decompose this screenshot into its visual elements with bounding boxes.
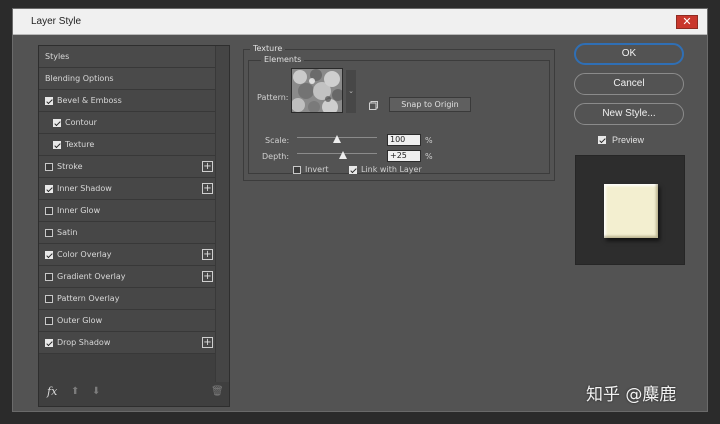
new-style-button[interactable]: New Style... xyxy=(574,103,684,125)
style-item-pattern-overlay[interactable]: Pattern Overlay xyxy=(39,288,217,310)
watermark: 知乎 @麋鹿 xyxy=(586,385,677,405)
link-with-layer-option[interactable]: Link with Layer xyxy=(349,165,422,174)
style-item-checkbox[interactable] xyxy=(45,184,53,193)
style-header-label: Styles xyxy=(45,52,70,61)
add-effect-icon[interactable]: + xyxy=(202,271,213,282)
style-item-label: Texture xyxy=(65,140,95,149)
style-item-checkbox[interactable] xyxy=(45,316,53,325)
preview-checkbox[interactable] xyxy=(598,136,606,144)
style-item-satin[interactable]: Satin xyxy=(39,222,217,244)
depth-slider-track[interactable] xyxy=(297,153,377,154)
depth-label: Depth: xyxy=(262,152,290,161)
scale-slider-thumb[interactable] xyxy=(333,135,341,143)
close-button[interactable]: ✕ xyxy=(676,15,698,29)
pattern-picker-dropdown[interactable]: ⌄ xyxy=(346,70,356,113)
invert-label: Invert xyxy=(305,165,329,174)
style-item-checkbox[interactable] xyxy=(53,140,61,149)
styles-panel-footer: fx ⬆ ⬇ 🗑 xyxy=(39,380,229,406)
texture-group-title: Texture xyxy=(250,44,286,53)
move-up-icon[interactable]: ⬆ xyxy=(71,386,79,397)
add-effect-icon[interactable]: + xyxy=(202,249,213,260)
add-effect-icon[interactable]: + xyxy=(202,161,213,172)
style-item-label: Inner Glow xyxy=(57,206,101,215)
style-item-checkbox[interactable] xyxy=(53,118,61,127)
fx-button[interactable]: fx xyxy=(47,385,57,398)
chevron-down-icon: ⌄ xyxy=(348,87,354,95)
title-bar[interactable]: Layer Style ✕ xyxy=(13,9,707,35)
pattern-swatch[interactable] xyxy=(291,68,343,113)
style-item-label: Inner Shadow xyxy=(57,184,112,193)
style-item-checkbox[interactable] xyxy=(45,162,53,171)
style-header-label: Blending Options xyxy=(45,74,114,83)
styles-panel: Styles Blending Options Bevel & Emboss Cont… xyxy=(38,45,230,407)
style-item-inner-shadow[interactable]: Inner Shadow + xyxy=(39,178,217,200)
style-item-texture[interactable]: Texture xyxy=(39,134,217,156)
styles-list: Styles Blending Options Bevel & Emboss Cont… xyxy=(39,46,217,382)
style-item-label: Outer Glow xyxy=(57,316,103,325)
style-item-label: Contour xyxy=(65,118,97,127)
preview-box xyxy=(575,155,685,265)
style-item-checkbox[interactable] xyxy=(45,96,53,105)
style-item-checkbox[interactable] xyxy=(45,228,53,237)
style-item-contour[interactable]: Contour xyxy=(39,112,217,134)
style-item-stroke[interactable]: Stroke + xyxy=(39,156,217,178)
invert-option[interactable]: Invert xyxy=(293,165,329,174)
add-effect-icon[interactable]: + xyxy=(202,337,213,348)
style-item-label: Satin xyxy=(57,228,78,237)
depth-unit: % xyxy=(425,152,433,161)
depth-slider-thumb[interactable] xyxy=(339,151,348,159)
style-item-label: Bevel & Emboss xyxy=(57,96,122,105)
snap-to-origin-button[interactable]: Snap to Origin xyxy=(389,97,471,112)
depth-input[interactable]: +25 xyxy=(387,150,421,162)
scale-unit: % xyxy=(425,136,433,145)
style-item-label: Color Overlay xyxy=(57,250,112,259)
style-item-inner-glow[interactable]: Inner Glow xyxy=(39,200,217,222)
style-item-outer-glow[interactable]: Outer Glow xyxy=(39,310,217,332)
add-effect-icon[interactable]: + xyxy=(202,183,213,194)
new-preset-icon[interactable] xyxy=(369,101,378,110)
style-item-checkbox[interactable] xyxy=(45,294,53,303)
invert-checkbox[interactable] xyxy=(293,165,301,174)
cancel-button[interactable]: Cancel xyxy=(574,73,684,95)
styles-panel-scrollbar[interactable] xyxy=(215,46,229,382)
style-item-label: Pattern Overlay xyxy=(57,294,120,303)
pattern-clouds-image xyxy=(292,69,342,112)
ok-button[interactable]: OK xyxy=(574,43,684,65)
style-item-checkbox[interactable] xyxy=(45,206,53,215)
scale-label: Scale: xyxy=(265,136,290,145)
dialog-title: Layer Style xyxy=(31,16,82,27)
layer-style-dialog: Layer Style ✕ Styles Blending Options Beve… xyxy=(12,8,708,412)
style-header-blending-options[interactable]: Blending Options xyxy=(39,68,217,90)
style-item-color-overlay[interactable]: Color Overlay + xyxy=(39,244,217,266)
style-item-drop-shadow[interactable]: Drop Shadow + xyxy=(39,332,217,354)
scale-input[interactable]: 100 xyxy=(387,134,421,146)
preview-label: Preview xyxy=(612,135,645,145)
style-item-label: Stroke xyxy=(57,162,83,171)
texture-group: Texture Elements Pattern: ⌄ Snap to Orig… xyxy=(243,44,555,181)
preview-swatch xyxy=(604,184,658,238)
elements-group: Elements Pattern: ⌄ Snap to Origin Scale… xyxy=(248,55,550,174)
link-with-layer-label: Link with Layer xyxy=(361,165,422,174)
pattern-label: Pattern: xyxy=(257,93,289,102)
style-item-gradient-overlay[interactable]: Gradient Overlay + xyxy=(39,266,217,288)
move-down-icon[interactable]: ⬇ xyxy=(92,386,100,397)
close-icon: ✕ xyxy=(682,15,692,28)
style-header-styles[interactable]: Styles xyxy=(39,46,217,68)
style-item-checkbox[interactable] xyxy=(45,250,53,259)
preview-option[interactable]: Preview xyxy=(598,135,644,145)
elements-group-title: Elements xyxy=(261,55,305,64)
trash-icon[interactable]: 🗑 xyxy=(211,386,224,397)
style-item-label: Gradient Overlay xyxy=(57,272,126,281)
style-item-checkbox[interactable] xyxy=(45,338,53,347)
link-with-layer-checkbox[interactable] xyxy=(349,165,357,174)
style-item-label: Drop Shadow xyxy=(57,338,111,347)
style-item-checkbox[interactable] xyxy=(45,272,53,281)
style-item-bevel-emboss[interactable]: Bevel & Emboss xyxy=(39,90,217,112)
